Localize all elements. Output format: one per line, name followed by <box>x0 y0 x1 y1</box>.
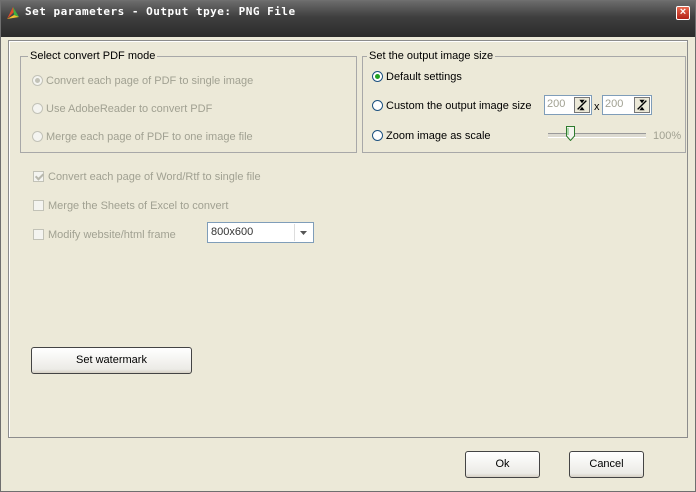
set-watermark-button[interactable]: Set watermark <box>31 347 192 374</box>
html-frame-checkbox[interactable]: Modify website/html frame <box>33 227 176 243</box>
app-icon <box>7 7 19 19</box>
checkbox-indicator[interactable] <box>33 170 44 182</box>
zoom-value: 100% <box>653 130 682 142</box>
html-frame-select[interactable]: 800x600 <box>207 222 314 243</box>
spin-arrows-icon[interactable] <box>574 97 590 113</box>
zoom-slider[interactable] <box>548 125 648 145</box>
option-label: Convert each page of Word/Rtf to single … <box>48 171 261 183</box>
set-parameters-dialog: Set parameters - Output tpye: PNG File ×… <box>0 0 696 492</box>
checkbox-indicator[interactable] <box>33 199 44 211</box>
spin-arrows-icon[interactable] <box>634 97 650 113</box>
radio-indicator[interactable] <box>372 70 383 82</box>
excel-merge-checkbox[interactable]: Merge the Sheets of Excel to convert <box>33 198 228 214</box>
settings-panel: Select convert PDF mode Convert each pag… <box>8 40 688 438</box>
button-label: Ok <box>495 458 510 470</box>
radio-indicator[interactable] <box>372 99 383 111</box>
close-button[interactable]: × <box>676 6 690 20</box>
pdf-mode-option-merge[interactable]: Merge each page of PDF to one image file <box>32 129 253 145</box>
title-bar[interactable]: Set parameters - Output tpye: PNG File × <box>1 1 695 37</box>
width-spinner[interactable]: 200 <box>544 95 592 115</box>
close-icon: × <box>679 6 687 18</box>
pdf-mode-option-single-image[interactable]: Convert each page of PDF to single image <box>32 73 253 89</box>
option-zoom-scale[interactable]: Zoom image as scale <box>372 128 491 144</box>
option-label: Custom the output image size <box>386 100 532 112</box>
option-custom-size[interactable]: Custom the output image size <box>372 98 532 114</box>
output-size-group: Set the output image size Default settin… <box>362 50 686 153</box>
radio-indicator[interactable] <box>32 102 43 114</box>
word-rtf-checkbox[interactable]: Convert each page of Word/Rtf to single … <box>33 169 261 185</box>
option-label: Convert each page of PDF to single image <box>46 75 254 87</box>
pdf-mode-legend: Select convert PDF mode <box>28 50 158 62</box>
html-frame-value: 800x600 <box>211 226 254 238</box>
option-label: Use AdobeReader to convert PDF <box>46 103 213 115</box>
button-label: Cancel <box>589 458 624 470</box>
window-title: Set parameters - Output tpye: PNG File <box>25 5 296 18</box>
option-default-settings[interactable]: Default settings <box>372 69 462 85</box>
pdf-mode-group: Select convert PDF mode Convert each pag… <box>20 50 357 153</box>
option-label: Modify website/html frame <box>48 229 176 241</box>
output-size-legend: Set the output image size <box>367 50 496 62</box>
radio-indicator[interactable] <box>32 74 43 86</box>
chevron-down-icon[interactable] <box>294 224 312 241</box>
height-value: 200 <box>605 98 624 110</box>
width-value: 200 <box>547 98 566 110</box>
option-label: Zoom image as scale <box>386 130 491 142</box>
pdf-mode-option-adobereader[interactable]: Use AdobeReader to convert PDF <box>32 101 212 117</box>
radio-indicator[interactable] <box>32 130 43 142</box>
checkbox-indicator[interactable] <box>33 228 44 240</box>
size-separator: x <box>594 101 600 113</box>
option-label: Merge each page of PDF to one image file <box>46 131 253 143</box>
height-spinner[interactable]: 200 <box>602 95 652 115</box>
slider-thumb[interactable] <box>566 126 575 141</box>
radio-indicator[interactable] <box>372 129 383 141</box>
cancel-button[interactable]: Cancel <box>569 451 644 478</box>
ok-button[interactable]: Ok <box>465 451 540 478</box>
option-label: Merge the Sheets of Excel to convert <box>48 200 229 212</box>
option-label: Default settings <box>386 71 462 83</box>
slider-track[interactable] <box>548 133 646 138</box>
button-label: Set watermark <box>76 354 147 366</box>
